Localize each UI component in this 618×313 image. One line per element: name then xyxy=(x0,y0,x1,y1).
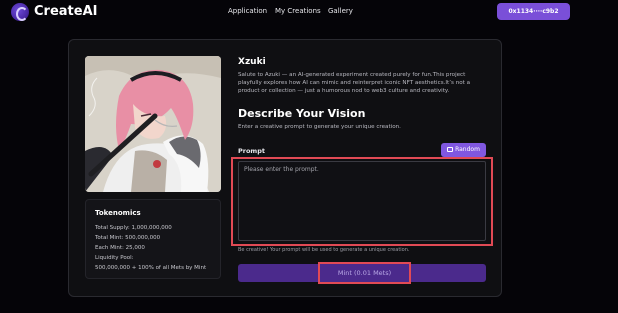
top-navigation: CreateAI Application My Creations Galler… xyxy=(0,0,618,24)
random-button-label: Random xyxy=(455,146,480,153)
collection-description: Salute to Azuki — an AI-generated experi… xyxy=(238,72,471,94)
liquidity-pool-value: 500,000,000 + 100% of all Mets by Mint xyxy=(95,265,207,271)
each-mint: Each Mint: 25,000 xyxy=(95,245,145,251)
prompt-label: Prompt xyxy=(238,147,265,155)
nft-artwork-image xyxy=(85,56,221,192)
tokenomics-title: Tokenomics xyxy=(95,209,141,217)
total-mint: Total Mint: 500,000,000 xyxy=(95,235,161,241)
nav-my-creations[interactable]: My Creations xyxy=(275,7,321,15)
total-supply: Total Supply: 1,000,000,000 xyxy=(95,225,172,231)
section-subheading: Enter a creative prompt to generate your… xyxy=(238,124,401,130)
prompt-hint: Be creative! Your prompt will be used to… xyxy=(238,247,410,253)
collection-title: Xzuki xyxy=(238,57,266,67)
liquidity-pool-label: Liquidity Pool: xyxy=(95,255,134,261)
dice-icon xyxy=(447,147,454,152)
random-prompt-button[interactable]: Random xyxy=(441,143,486,157)
brand-name[interactable]: CreateAI xyxy=(34,4,97,19)
createai-logo-icon[interactable] xyxy=(11,3,29,21)
section-heading: Describe Your Vision xyxy=(238,107,366,120)
nav-application[interactable]: Application xyxy=(228,7,267,15)
wallet-address-button[interactable]: 0x1134····c9b2 xyxy=(497,3,570,20)
tokenomics-card: Tokenomics Total Supply: 1,000,000,000 T… xyxy=(85,199,221,279)
prompt-textarea[interactable] xyxy=(238,161,486,241)
mint-button-label[interactable]: Mint (0.01 Mets) xyxy=(320,264,409,282)
nav-gallery[interactable]: Gallery xyxy=(328,7,353,15)
